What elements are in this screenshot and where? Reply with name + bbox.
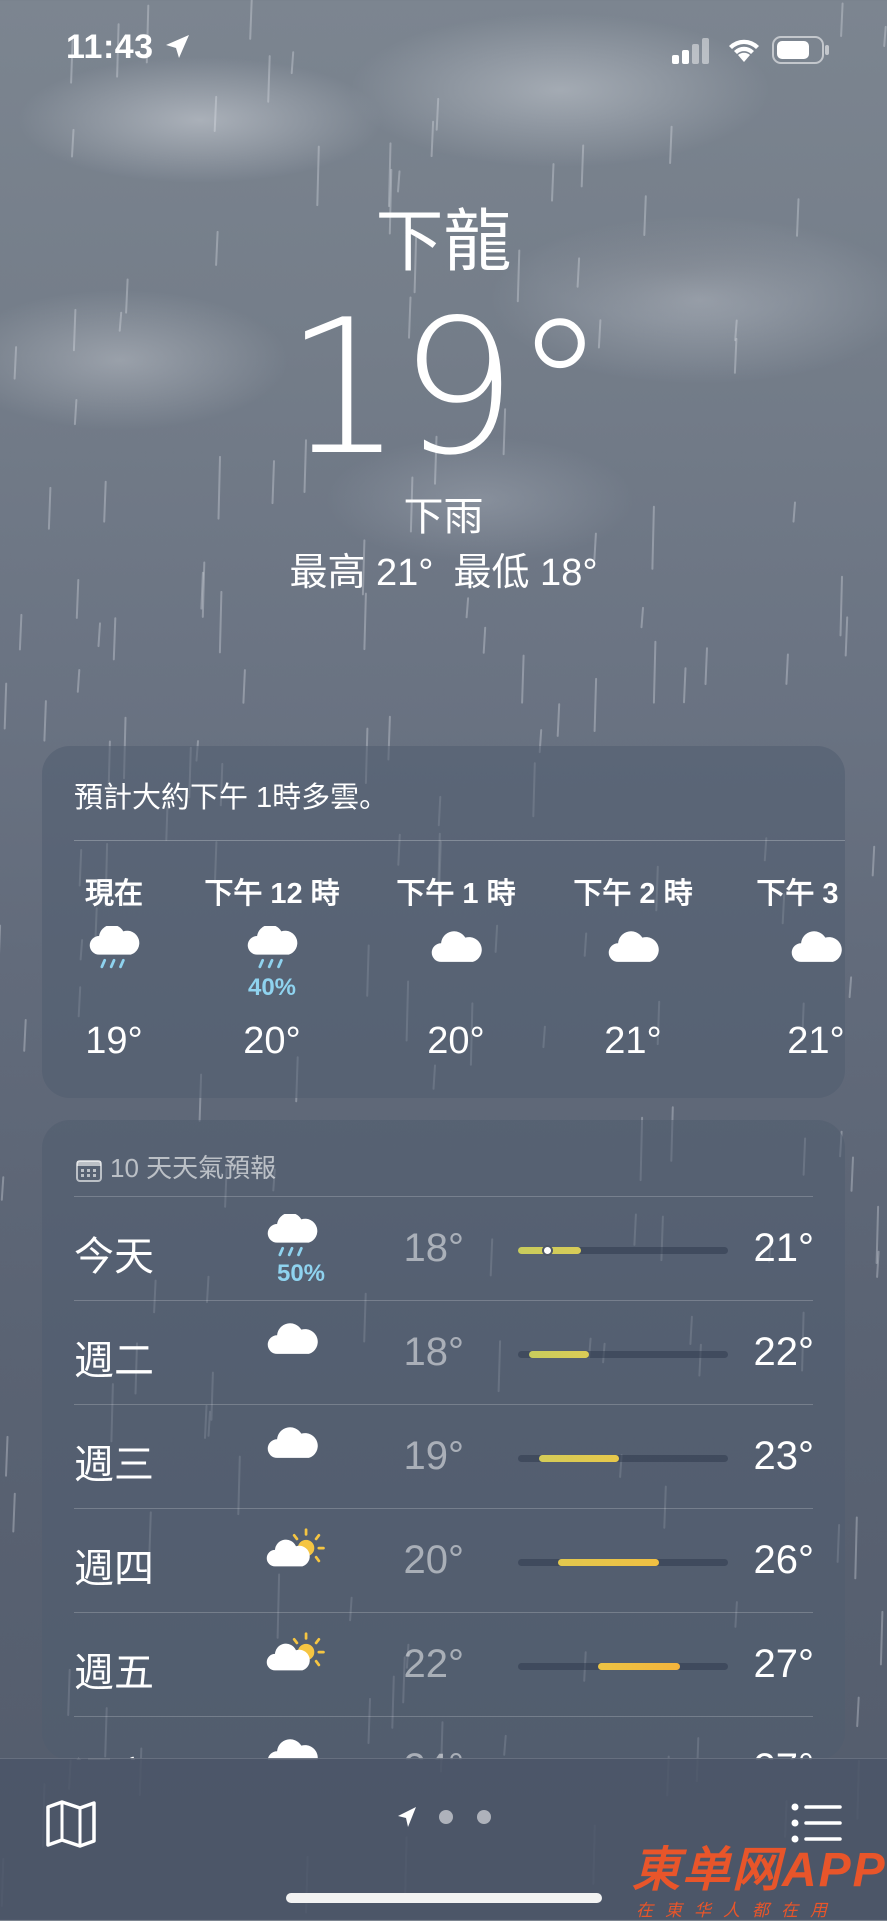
ten-day-forecast-card[interactable]: 10 天天氣預報 今天 50% 18° 21°週二 18° 22°週三 19°: [42, 1120, 845, 1760]
hour-label: 現在: [44, 876, 184, 912]
low-temp: 18°: [374, 1226, 464, 1271]
high-low: 最高 21° 最低 18°: [0, 548, 887, 598]
high-temp: 26°: [724, 1538, 814, 1583]
cloud-icon: [264, 1318, 344, 1378]
current-condition: 下雨: [0, 492, 887, 542]
page-dot: [477, 1810, 491, 1824]
rain-cloud-icon: [44, 926, 184, 996]
temp-range-bar: [518, 1559, 728, 1566]
daily-row[interactable]: 今天 50% 18° 21°: [74, 1196, 814, 1300]
high-temp: 21°: [724, 1226, 814, 1271]
page-indicator[interactable]: [394, 1803, 494, 1833]
ten-day-header: 10 天天氣預報: [76, 1148, 276, 1185]
cloud-icon: [563, 926, 703, 996]
hour-label: 下午 1 時: [386, 876, 526, 912]
status-bar: 11:43: [0, 0, 887, 100]
hourly-item: 下午 1 時 20°: [386, 876, 526, 1063]
cloud-icon: [746, 926, 845, 996]
low-temp: 19°: [374, 1434, 464, 1479]
temp-range-bar: [518, 1663, 728, 1670]
temp-range-fill: [558, 1559, 659, 1566]
day-name: 週五: [74, 1640, 154, 1698]
hour-temperature: 19°: [44, 1020, 184, 1063]
hourly-item: 現在 19°: [44, 876, 184, 1063]
hour-temperature: 21°: [563, 1020, 703, 1063]
current-weather: 下龍 19° 下雨 最高 21° 最低 18°: [0, 200, 887, 598]
location-arrow-icon: [398, 1807, 416, 1827]
hourly-item: 下午 2 時 21°: [563, 876, 703, 1063]
page-dot: [439, 1810, 453, 1824]
cloud-icon: [264, 1422, 344, 1482]
hour-temperature: 21°: [746, 1020, 845, 1063]
cloud-icon: [386, 926, 526, 996]
day-name: 週二: [74, 1328, 154, 1386]
temp-range-fill: [539, 1455, 619, 1462]
status-time: 11:43: [66, 28, 154, 67]
forecast-summary: 預計大約下午 1時多雲。: [74, 774, 388, 816]
partly-sunny-icon: [264, 1526, 344, 1586]
high-temp: 22°: [724, 1330, 814, 1375]
hour-temperature: 20°: [386, 1020, 526, 1063]
low-temp: 22°: [374, 1642, 464, 1687]
cellular-signal-icon: [672, 38, 712, 64]
temp-range-bar: [518, 1247, 728, 1254]
location-arrow-icon: [162, 32, 192, 62]
precip-chance: 40%: [202, 974, 342, 1002]
city-name: 下龍: [0, 200, 887, 284]
partly-sunny-icon: [264, 1630, 344, 1690]
daily-row[interactable]: 週二 18° 22°: [74, 1300, 814, 1404]
low-temp: 20°: [374, 1538, 464, 1583]
daily-row[interactable]: 週三 19° 23°: [74, 1404, 814, 1508]
hourly-forecast-card[interactable]: 預計大約下午 1時多雲。 現在 19°下午 12 時 40% 20°下午 1 時…: [42, 746, 845, 1098]
hour-label: 下午 12 時: [202, 876, 342, 912]
temp-range-fill: [598, 1663, 680, 1670]
temp-range-fill: [529, 1351, 590, 1358]
hour-label: 下午 3 時: [746, 876, 845, 912]
watermark-main: 東单网APP: [632, 1830, 887, 1900]
battery-icon: [772, 36, 830, 64]
daily-row[interactable]: 週六 24° 27°: [74, 1716, 814, 1760]
high-temperature: 最高 21°: [289, 552, 433, 594]
daily-row[interactable]: 週四 20° 26°: [74, 1508, 814, 1612]
wifi-icon: [726, 34, 762, 64]
hour-temperature: 20°: [202, 1020, 342, 1063]
temp-range-bar: [518, 1455, 728, 1462]
ten-day-title: 10 天天氣預報: [110, 1153, 276, 1183]
precip-chance: 50%: [246, 1260, 356, 1288]
high-temp: 23°: [724, 1434, 814, 1479]
hourly-item: 下午 12 時 40% 20°: [202, 876, 342, 1063]
day-name: 今天: [74, 1224, 154, 1282]
daily-row[interactable]: 週五 22° 27°: [74, 1612, 814, 1716]
day-name: 週三: [74, 1432, 154, 1490]
calendar-icon: [76, 1158, 102, 1182]
card-divider: [74, 840, 845, 841]
low-temp: 18°: [374, 1330, 464, 1375]
high-temp: 27°: [724, 1642, 814, 1687]
current-temp-marker: [542, 1245, 553, 1256]
day-name: 週四: [74, 1536, 154, 1594]
hour-label: 下午 2 時: [563, 876, 703, 912]
temp-range-bar: [518, 1351, 728, 1358]
current-temperature: 19°: [0, 290, 887, 486]
map-icon[interactable]: [44, 1799, 98, 1849]
hourly-scroll[interactable]: 現在 19°下午 12 時 40% 20°下午 1 時 20°下午 2 時 21…: [42, 876, 845, 1086]
low-temperature: 最低 18°: [454, 552, 598, 594]
rain-cloud-icon: 40%: [202, 926, 342, 996]
hourly-item: 下午 3 時 21°: [746, 876, 845, 1063]
watermark: 東单网APP 在東华人都在用: [632, 1830, 887, 1921]
cloud-icon: [264, 1734, 344, 1760]
home-indicator[interactable]: [286, 1893, 602, 1903]
